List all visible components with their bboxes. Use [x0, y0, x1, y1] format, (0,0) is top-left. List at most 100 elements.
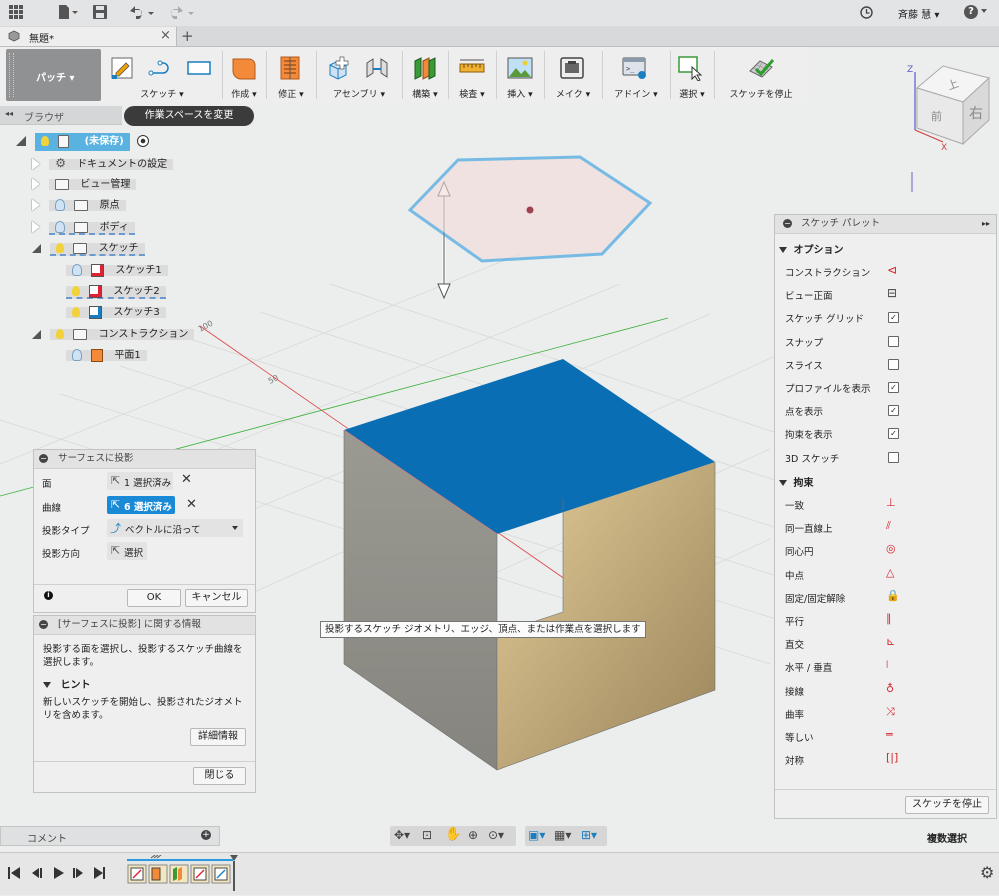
grid-settings-icon[interactable]: ▦▾ [554, 828, 571, 842]
horizontal-vertical-icon[interactable]: ⧙ [886, 658, 888, 672]
direction-selection[interactable]: ⇱ 選択 [107, 542, 147, 560]
undo-icon[interactable] [128, 5, 156, 19]
close-info-button[interactable]: 閉じる [193, 767, 246, 785]
tree-item-sketch3[interactable]: スケッチ3 [66, 304, 166, 322]
constraint-row[interactable]: 曲率 ⤨ [775, 705, 996, 723]
job-status-icon[interactable] [860, 6, 873, 19]
visibility-bulb-icon[interactable] [41, 136, 50, 146]
checkbox[interactable]: ✓ [888, 428, 899, 440]
tree-item-construction[interactable]: コンストラクション [32, 326, 195, 344]
close-tab-icon[interactable]: × [160, 28, 171, 43]
viewcube-right-face[interactable]: 右 [969, 106, 983, 122]
checkbox[interactable] [888, 358, 899, 370]
collapsed-triangle-icon[interactable] [32, 178, 40, 190]
save-icon[interactable] [93, 5, 107, 19]
make-menu[interactable]: メイク ▾ [546, 47, 600, 103]
palette-option-row[interactable]: 3D スケッチ [775, 449, 996, 467]
look-at-icon[interactable]: ⊟ [887, 286, 897, 300]
construction-icon[interactable]: ⊲ [887, 263, 897, 277]
sketch-menu[interactable]: スケッチ ▾ [106, 47, 218, 103]
collinear-icon[interactable]: ⫽ [886, 519, 891, 533]
visibility-bulb-icon[interactable] [72, 286, 80, 296]
add-comment-icon[interactable]: + [201, 830, 211, 840]
tree-item-sketch2[interactable]: スケッチ2 [66, 283, 166, 301]
constraint-row[interactable]: 水平 / 垂直 ⧙ [775, 658, 996, 676]
checkbox[interactable]: ✓ [888, 405, 899, 417]
visibility-bulb-icon[interactable] [72, 307, 80, 317]
visibility-bulb-off-icon[interactable] [55, 199, 66, 211]
parallel-icon[interactable]: ∥ [886, 612, 892, 625]
info-panel-header[interactable]: − [サーフェスに投影] に関する情報 [34, 616, 255, 635]
comment-panel[interactable]: コメント + [0, 826, 220, 846]
clear-curve-icon[interactable]: ✕ [186, 497, 197, 512]
checkbox[interactable] [888, 451, 899, 463]
assemble-menu[interactable]: アセンブリ ▾ [318, 47, 400, 103]
constraint-row[interactable]: 接線 ♁ [775, 682, 996, 700]
coincident-icon[interactable]: ⊥ [886, 496, 896, 509]
expand-palette-icon[interactable]: ▸▸ [982, 215, 990, 233]
ok-button[interactable]: OK [127, 589, 181, 607]
hexagon-sketch-profile[interactable] [407, 155, 653, 263]
viewcube-widget[interactable]: Z X 上 前 右 [903, 58, 995, 154]
equal-icon[interactable]: ═ [886, 728, 893, 741]
file-menu-icon[interactable] [58, 4, 78, 20]
collapsed-triangle-icon[interactable] [32, 221, 40, 233]
select-menu[interactable]: 選択 ▾ [672, 47, 712, 103]
cancel-button[interactable]: キャンセル [185, 589, 248, 607]
checkbox[interactable]: ✓ [888, 382, 899, 393]
palette-option-row[interactable]: プロファイルを表示 ✓ [775, 379, 996, 397]
timeline-track[interactable] [127, 854, 239, 893]
info-icon[interactable]: i [44, 591, 53, 600]
orbit-icon[interactable]: ✥▾ [394, 828, 410, 842]
learn-more-button[interactable]: 詳細情報 [190, 728, 246, 746]
options-section-header[interactable]: オプション [779, 241, 843, 256]
palette-option-row[interactable]: スナップ [775, 333, 996, 351]
user-menu[interactable]: 斉藤 慧 ▾ [898, 6, 939, 21]
line-icon[interactable] [148, 55, 174, 81]
tree-item-origin[interactable]: 原点 [32, 197, 126, 215]
redo-icon[interactable] [168, 5, 196, 19]
insert-menu[interactable]: 挿入 ▾ [498, 47, 542, 103]
visibility-bulb-off-icon[interactable] [72, 349, 82, 361]
collapse-info-icon[interactable]: − [39, 620, 48, 629]
clear-face-icon[interactable]: ✕ [181, 472, 192, 487]
constraint-row[interactable]: 中点 △ [775, 566, 996, 584]
inspect-menu[interactable]: 検査 ▾ [450, 47, 494, 103]
expanded-triangle-icon[interactable] [32, 329, 41, 339]
tree-item-named-views[interactable]: ビュー管理 [32, 176, 137, 194]
look-at-icon[interactable]: ⊡ [422, 828, 432, 842]
document-tab[interactable]: 無題* × [0, 27, 177, 46]
tree-item-sketch1[interactable]: スケッチ1 [66, 262, 168, 280]
constraint-row[interactable]: 平行 ∥ [775, 612, 996, 630]
visibility-bulb-off-icon[interactable] [72, 264, 82, 276]
tree-root[interactable]: (未保存) [16, 133, 149, 151]
tree-item-plane1[interactable]: 平面1 [66, 347, 147, 365]
tangent-icon[interactable]: ♁ [886, 682, 894, 695]
addins-menu[interactable]: >_ アドイン ▾ [604, 47, 668, 103]
patch-box[interactable] [343, 359, 716, 771]
modify-menu[interactable]: 修正 ▾ [268, 47, 314, 103]
tree-item-bodies[interactable]: ボディ [32, 219, 135, 237]
browser-panel-header[interactable]: ◂◂ ブラウザ [0, 106, 122, 125]
palette-option-row[interactable]: 拘束を表示 ✓ [775, 425, 996, 443]
create-sketch-icon[interactable] [110, 55, 136, 81]
constraint-row[interactable]: 直交 ⊾ [775, 635, 996, 653]
viewports-icon[interactable]: ⊞▾ [581, 828, 597, 842]
timeline-settings-gear-icon[interactable]: ⚙ [980, 863, 994, 882]
new-tab-icon[interactable]: + [181, 27, 194, 45]
perpendicular-icon[interactable]: ⊾ [886, 635, 895, 648]
symmetry-icon[interactable]: [|] [886, 751, 898, 764]
expanded-triangle-icon[interactable] [16, 136, 26, 146]
construct-menu[interactable]: 構築 ▾ [404, 47, 446, 103]
visibility-bulb-icon[interactable] [56, 329, 65, 339]
constraint-row[interactable]: 固定/固定解除 🔒 [775, 589, 996, 607]
projection-type-dropdown[interactable]: ⤴ ベクトルに沿って [107, 519, 243, 537]
dialog-header[interactable]: − サーフェスに投影 [34, 450, 255, 469]
collapse-browser-icon[interactable]: ◂◂ [5, 109, 13, 118]
collapse-palette-icon[interactable]: − [783, 219, 792, 228]
constraint-row[interactable]: 同心円 ◎ [775, 542, 996, 560]
viewcube-front-face[interactable]: 前 [931, 109, 942, 123]
visibility-bulb-icon[interactable] [56, 243, 65, 253]
display-settings-icon[interactable]: ▣▾ [528, 828, 545, 842]
checkbox[interactable] [888, 335, 899, 347]
